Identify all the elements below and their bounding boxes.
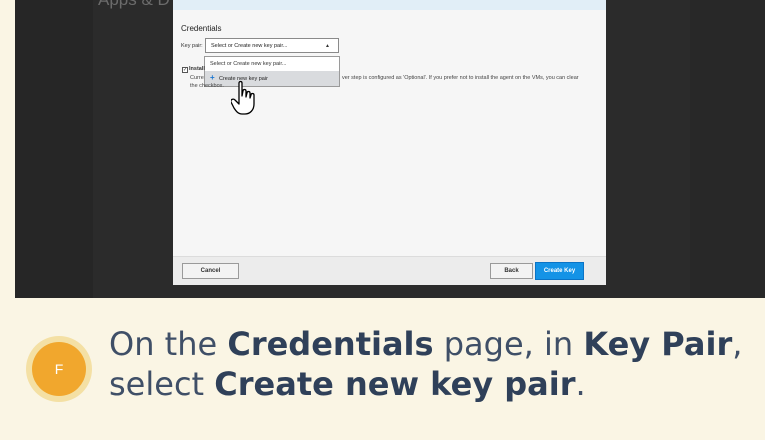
- credentials-heading: Credentials: [181, 24, 222, 33]
- instruction-emphasis-key-pair: Key Pair: [583, 325, 733, 363]
- dropdown-caret-icon: ▲: [325, 43, 330, 49]
- back-button[interactable]: Back: [490, 263, 533, 279]
- background-panel-right: [690, 0, 765, 298]
- install-agent-description: ver step is configured as 'Optional'. If…: [342, 75, 579, 81]
- dialog-footer: Cancel Back Create Key: [173, 256, 606, 285]
- cancel-button[interactable]: Cancel: [182, 263, 239, 279]
- dialog-header-bar: [173, 0, 606, 10]
- background-title: Apps & D: [98, 0, 170, 10]
- plus-icon: +: [210, 73, 215, 82]
- step-badge: F: [26, 336, 92, 402]
- instruction-segment: On the: [109, 325, 228, 363]
- hand-pointer-icon: [231, 80, 255, 115]
- background-panel-left: [15, 0, 93, 298]
- key-pair-label: Key pair:: [181, 43, 203, 49]
- install-agent-checkbox[interactable]: ✓: [182, 67, 188, 73]
- key-pair-dropdown-menu: Select or Create new key pair... + Creat…: [204, 56, 340, 87]
- install-agent-description-end: the checkbox.: [190, 83, 224, 89]
- create-key-button[interactable]: Create Key: [535, 262, 584, 280]
- instruction-emphasis-create-new-key-pair: Create new key pair: [214, 365, 576, 403]
- instruction-emphasis-credentials: Credentials: [227, 325, 434, 363]
- key-pair-select[interactable]: Select or Create new key pair... ▲: [205, 38, 339, 53]
- create-key-dialog: Credentials Key pair: Select or Create n…: [173, 0, 606, 285]
- key-pair-select-value: Select or Create new key pair...: [211, 43, 288, 49]
- current-text-fragment: Curre: [190, 75, 204, 81]
- step-letter: F: [32, 342, 86, 396]
- menu-item-create-new-key-pair[interactable]: + Create new key pair: [205, 71, 339, 86]
- menu-item-select-or-create[interactable]: Select or Create new key pair...: [205, 57, 339, 70]
- install-agent-label: Install: [189, 66, 205, 72]
- instruction-segment: .: [575, 365, 586, 403]
- instruction-segment: page, in: [433, 325, 584, 363]
- menu-item-label: Select or Create new key pair...: [210, 61, 287, 67]
- instruction-text: On the Credentials page, in Key Pair, se…: [109, 324, 749, 404]
